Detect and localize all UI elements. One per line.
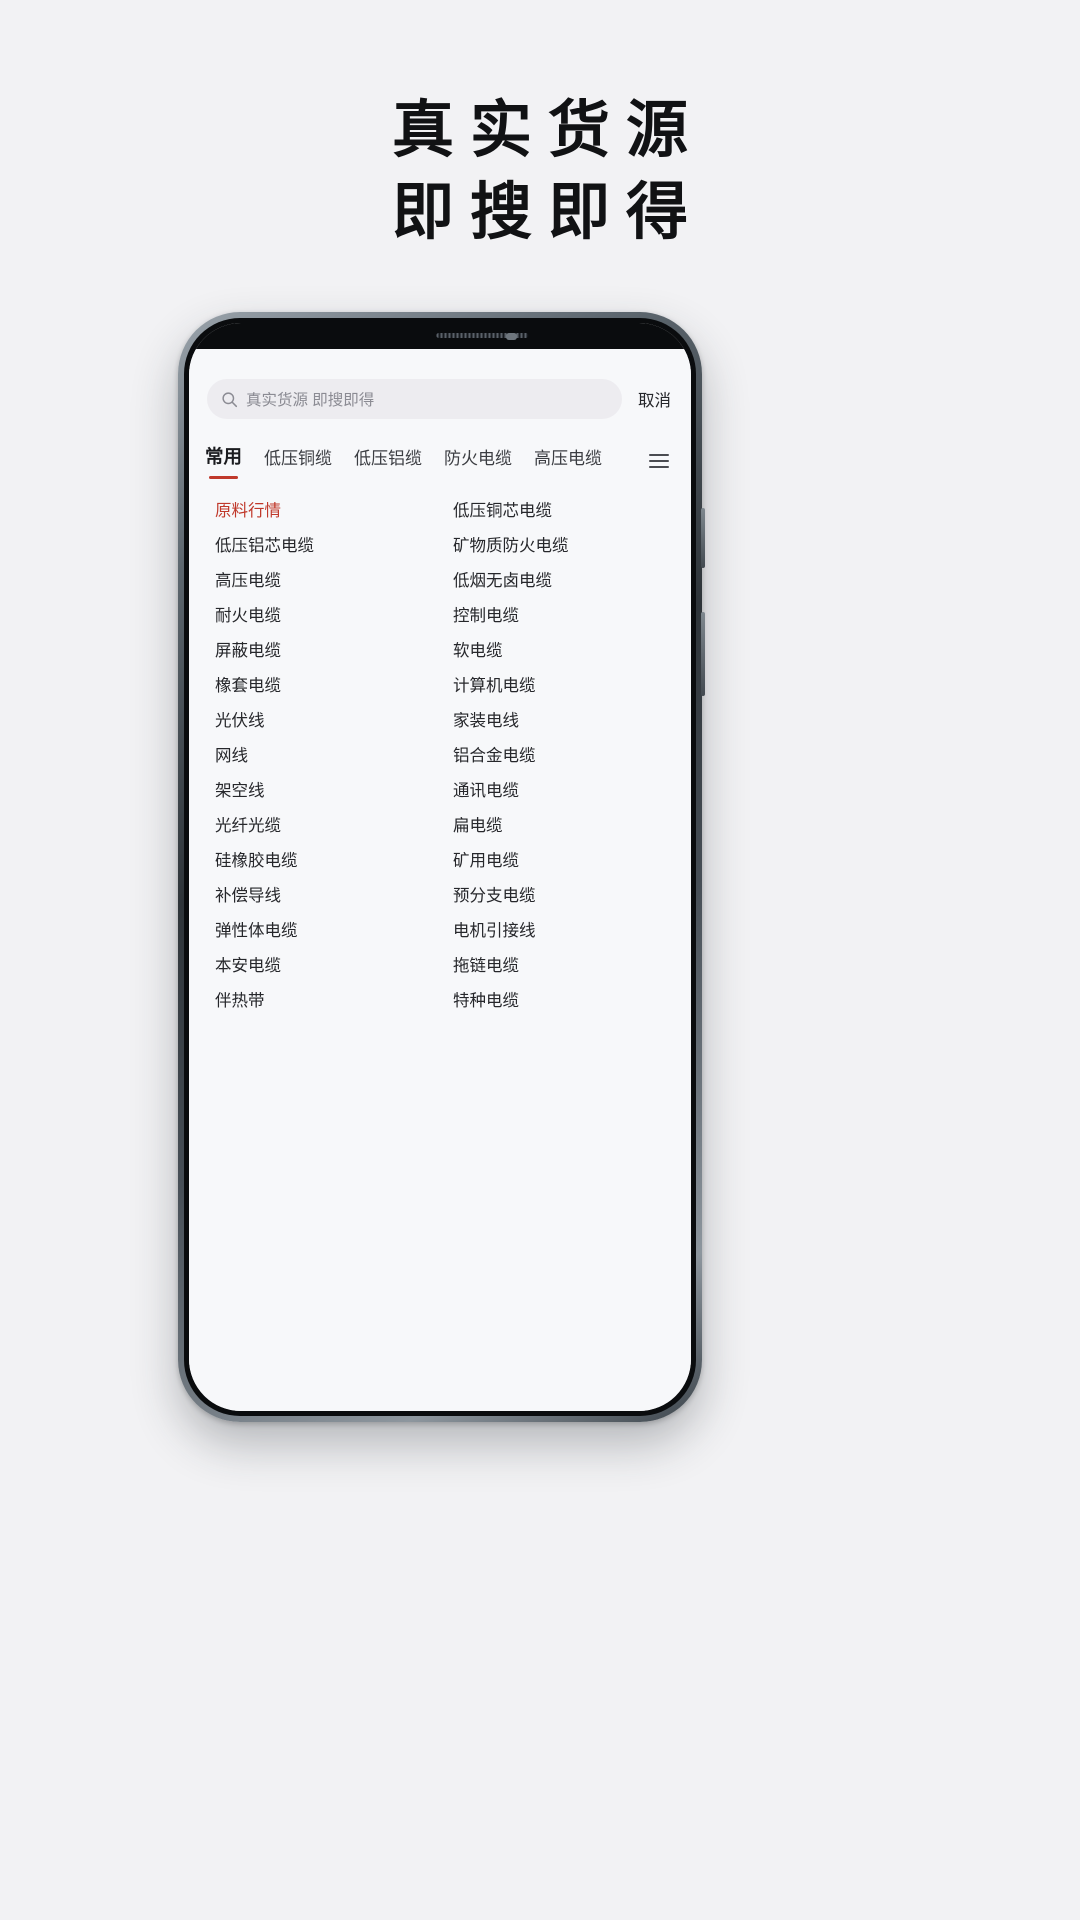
headline-line-2: 即搜即得	[391, 178, 704, 247]
tab-low-voltage-aluminum[interactable]: 低压铝缆	[354, 444, 422, 480]
front-camera-icon	[506, 333, 517, 340]
category-item[interactable]: 铝合金电缆	[445, 739, 673, 774]
category-item[interactable]: 补偿导线	[207, 879, 435, 914]
list-menu-icon[interactable]	[649, 454, 675, 482]
search-input[interactable]: 真实货源 即搜即得	[207, 379, 622, 419]
category-item[interactable]: 扁电缆	[445, 809, 673, 844]
category-item[interactable]: 预分支电缆	[445, 879, 673, 914]
category-grid: 原料行情 低压铜芯电缆 低压铝芯电缆 矿物质防火电缆 高压电缆 低烟无卤电缆 耐火电缆 控制电…	[205, 482, 675, 1019]
category-item[interactable]: 架空线	[207, 774, 435, 809]
category-item[interactable]: 低压铜芯电缆	[445, 494, 673, 529]
category-item[interactable]: 计算机电缆	[445, 669, 673, 704]
phone-mockup: 真实货源 即搜即得 取消 常用 低压铜缆 低压铝缆 防火电缆 高压电缆 原料行情…	[178, 312, 705, 1422]
menu-line-1	[649, 454, 669, 456]
category-item[interactable]: 控制电缆	[445, 599, 673, 634]
category-item[interactable]: 光纤光缆	[207, 809, 435, 844]
category-item[interactable]: 伴热带	[207, 984, 435, 1019]
tab-high-voltage-cable[interactable]: 高压电缆	[534, 444, 602, 480]
category-item[interactable]: 家装电线	[445, 704, 673, 739]
search-header: 真实货源 即搜即得 取消	[205, 349, 675, 429]
category-item[interactable]: 矿物质防火电缆	[445, 529, 673, 564]
headline-line-1: 真实货源	[391, 96, 704, 165]
menu-line-3	[649, 466, 669, 468]
category-item[interactable]: 矿用电缆	[445, 844, 673, 879]
phone-screen: 真实货源 即搜即得 取消 常用 低压铜缆 低压铝缆 防火电缆 高压电缆 原料行情…	[189, 323, 691, 1411]
category-item[interactable]: 特种电缆	[445, 984, 673, 1019]
tabs-scroll-container[interactable]: 常用 低压铜缆 低压铝缆 防火电缆 高压电缆	[205, 443, 645, 482]
category-item[interactable]: 硅橡胶电缆	[207, 844, 435, 879]
category-item[interactable]: 软电缆	[445, 634, 673, 669]
category-item[interactable]: 通讯电缆	[445, 774, 673, 809]
tab-changyong[interactable]: 常用	[205, 443, 242, 480]
category-item[interactable]: 电机引接线	[445, 914, 673, 949]
category-item[interactable]: 高压电缆	[207, 564, 435, 599]
menu-line-2	[649, 460, 669, 462]
tab-low-voltage-copper[interactable]: 低压铜缆	[264, 444, 332, 480]
tab-fireproof-cable[interactable]: 防火电缆	[444, 444, 512, 480]
search-placeholder-text: 真实货源 即搜即得	[246, 392, 375, 409]
category-item[interactable]: 低烟无卤电缆	[445, 564, 673, 599]
cancel-button[interactable]: 取消	[634, 383, 673, 415]
category-item[interactable]: 低压铝芯电缆	[207, 529, 435, 564]
app-viewport: 真实货源 即搜即得 取消 常用 低压铜缆 低压铝缆 防火电缆 高压电缆 原料行情…	[189, 349, 691, 1411]
category-item[interactable]: 橡套电缆	[207, 669, 435, 704]
search-icon	[221, 391, 238, 408]
category-item[interactable]: 光伏线	[207, 704, 435, 739]
power-button[interactable]	[701, 612, 705, 696]
category-item[interactable]: 弹性体电缆	[207, 914, 435, 949]
promo-headline: 真实货源 即搜即得	[0, 96, 1080, 248]
phone-bezel: 真实货源 即搜即得 取消 常用 低压铜缆 低压铝缆 防火电缆 高压电缆 原料行情…	[184, 318, 696, 1416]
volume-button[interactable]	[701, 508, 705, 568]
category-item[interactable]: 拖链电缆	[445, 949, 673, 984]
category-item[interactable]: 本安电缆	[207, 949, 435, 984]
category-item[interactable]: 网线	[207, 739, 435, 774]
category-item[interactable]: 原料行情	[207, 494, 435, 529]
category-item[interactable]: 耐火电缆	[207, 599, 435, 634]
category-item[interactable]: 屏蔽电缆	[207, 634, 435, 669]
category-tabs: 常用 低压铜缆 低压铝缆 防火电缆 高压电缆	[205, 429, 675, 482]
